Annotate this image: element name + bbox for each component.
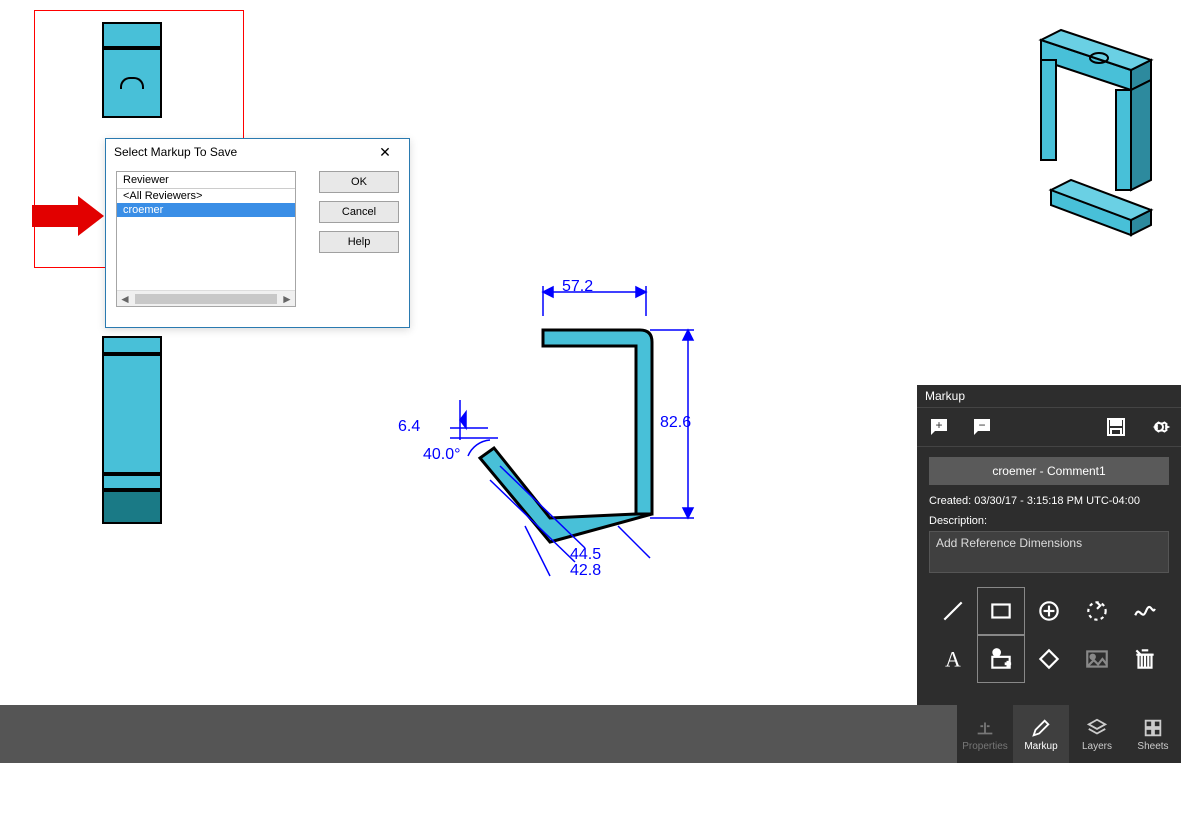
- tool-image[interactable]: [1073, 635, 1121, 683]
- tab-properties-label: Properties: [962, 741, 1008, 752]
- cancel-button[interactable]: Cancel: [319, 201, 399, 223]
- svg-text:A: A: [945, 648, 961, 672]
- tab-sheets-label: Sheets: [1137, 741, 1168, 752]
- dialog-title: Select Markup To Save: [114, 145, 237, 159]
- dim-angle: 40.0°: [423, 446, 461, 464]
- svg-text:+: +: [1005, 659, 1010, 669]
- tab-markup-label: Markup: [1024, 741, 1057, 752]
- tool-circle-plus[interactable]: [1025, 587, 1073, 635]
- tool-line[interactable]: [929, 587, 977, 635]
- reviewer-listbox[interactable]: Reviewer <All Reviewers> croemer ◄►: [116, 171, 296, 307]
- save-markup-icon[interactable]: [1104, 415, 1128, 439]
- tool-trash[interactable]: [1121, 635, 1169, 683]
- tab-layers[interactable]: Layers: [1069, 705, 1125, 763]
- comment-created-label: Created: 03/30/17 - 3:15:18 PM UTC-04:00: [917, 491, 1181, 511]
- tool-rectangle[interactable]: [977, 587, 1025, 635]
- svg-text:+: +: [935, 418, 942, 432]
- ok-button[interactable]: OK: [319, 171, 399, 193]
- tab-layers-label: Layers: [1082, 741, 1112, 752]
- settings-icon[interactable]: [1147, 415, 1171, 439]
- dim-top-width: 57.2: [562, 278, 593, 296]
- tool-stamp[interactable]: +: [977, 635, 1025, 683]
- svg-text:−: −: [978, 418, 985, 432]
- markup-panel-title: Markup: [917, 385, 1181, 407]
- reviewer-row-croemer[interactable]: croemer: [117, 203, 295, 217]
- select-markup-dialog: Select Markup To Save ✕ Reviewer <All Re…: [105, 138, 410, 328]
- markup-tool-grid: A +: [917, 583, 1181, 687]
- dim-right-height: 82.6: [660, 414, 691, 432]
- description-textarea[interactable]: Add Reference Dimensions: [929, 531, 1169, 573]
- reviewer-column-header: Reviewer: [117, 172, 295, 189]
- description-label: Description:: [917, 511, 1181, 529]
- tab-properties[interactable]: Properties: [957, 705, 1013, 763]
- tool-erase[interactable]: [1025, 635, 1073, 683]
- tool-circle-arrow[interactable]: [1073, 587, 1121, 635]
- add-comment-icon[interactable]: +: [927, 415, 951, 439]
- dialog-close-button[interactable]: ✕: [369, 144, 401, 161]
- markup-panel: Markup + − croemer - Comment1 Created: 0…: [917, 385, 1181, 705]
- remove-comment-icon[interactable]: −: [970, 415, 994, 439]
- tool-text[interactable]: A: [929, 635, 977, 683]
- dim-diag2: 42.8: [570, 562, 601, 580]
- help-button[interactable]: Help: [319, 231, 399, 253]
- annotation-arrow-reviewer: [32, 196, 104, 236]
- bottom-tabs: Properties Markup Layers Sheets: [957, 705, 1181, 763]
- tool-freehand[interactable]: [1121, 587, 1169, 635]
- tab-sheets[interactable]: Sheets: [1125, 705, 1181, 763]
- tab-markup[interactable]: Markup: [1013, 705, 1069, 763]
- drawing-view-isometric: [1011, 20, 1161, 240]
- drawing-view-section: 57.2 82.6 6.4 40.0° 44.5 42.8: [430, 280, 710, 580]
- listbox-scrollbar[interactable]: ◄►: [117, 290, 295, 306]
- dim-left-small: 6.4: [398, 418, 420, 436]
- drawing-view-bottom: [102, 336, 162, 524]
- comment-item-button[interactable]: croemer - Comment1: [929, 457, 1169, 485]
- drawing-view-top: [102, 22, 162, 118]
- reviewer-row-all[interactable]: <All Reviewers>: [117, 189, 295, 203]
